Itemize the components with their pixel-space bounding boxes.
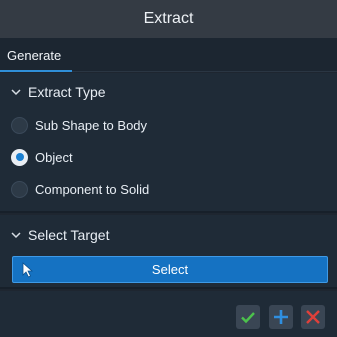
radio-component-to-solid[interactable]: Component to Solid (11, 179, 149, 199)
section-title: Extract Type (28, 84, 106, 100)
pointer-cursor-icon (22, 262, 34, 278)
extract-type-section: Extract Type Sub Shape to Body Object Co… (0, 73, 337, 213)
section-title: Select Target (28, 227, 110, 243)
radio-sub-shape-to-body[interactable]: Sub Shape to Body (11, 115, 147, 135)
select-target-header[interactable]: Select Target (10, 225, 109, 245)
tab-generate[interactable]: Generate (0, 38, 72, 72)
footer-toolbar (0, 291, 337, 337)
tab-bar: Generate (0, 38, 337, 72)
chevron-down-icon (11, 89, 21, 96)
radio-button-selected[interactable] (11, 148, 28, 166)
radio-object[interactable]: Object (11, 147, 73, 167)
radio-button[interactable] (11, 180, 28, 198)
radio-label: Component to Solid (35, 181, 150, 197)
close-icon (306, 310, 320, 324)
select-target-section: Select Target Select (0, 215, 337, 289)
select-button[interactable]: Select (12, 256, 328, 283)
radio-button[interactable] (11, 116, 28, 134)
ok-button[interactable] (236, 305, 260, 329)
check-icon (241, 312, 255, 324)
window-title: Extract (143, 10, 194, 27)
title-bar: Extract (0, 0, 337, 38)
chevron-down-icon (11, 232, 21, 239)
plus-icon (274, 310, 288, 324)
radio-label: Object (35, 149, 73, 165)
select-button-label: Select (151, 262, 189, 277)
tab-label: Generate (7, 47, 62, 63)
active-tab-indicator (0, 70, 72, 72)
extract-type-header[interactable]: Extract Type (10, 82, 106, 102)
cancel-button[interactable] (301, 305, 325, 329)
radio-label: Sub Shape to Body (35, 117, 148, 133)
apply-button[interactable] (269, 305, 293, 329)
